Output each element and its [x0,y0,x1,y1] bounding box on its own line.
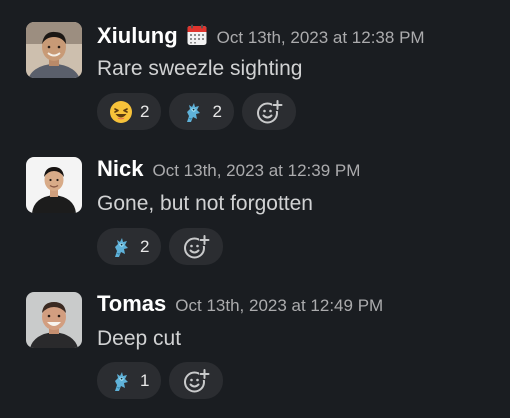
add-reaction-button[interactable] [169,362,224,399]
author-name[interactable]: Xiulung [97,23,178,49]
reactions-bar: 1 [97,362,224,399]
message-timestamp[interactable]: Oct 13th, 2023 at 12:39 PM [152,161,360,181]
avatar[interactable] [26,22,82,78]
laughing-face-icon [110,100,132,123]
avatar-xiulung-image [26,22,82,78]
avatar[interactable] [26,157,82,213]
add-reaction-icon [184,368,211,392]
reaction-dragon[interactable]: 2 [97,228,162,265]
blue-dragon-icon [109,369,133,393]
add-reaction-icon [184,234,211,258]
reaction-dragon[interactable]: 2 [169,93,234,130]
calendar-icon [186,24,208,46]
blue-dragon-icon [181,100,205,124]
reaction-laughing[interactable]: 2 [97,93,162,130]
message-text: Rare sweezle sighting [97,57,303,80]
blue-dragon-icon [109,235,133,259]
avatar-tomas-image [26,292,82,348]
reactions-bar: 2 [97,228,224,265]
avatar[interactable] [26,292,82,348]
reaction-count: 2 [140,101,150,121]
message-timestamp[interactable]: Oct 13th, 2023 at 12:49 PM [175,296,383,316]
reactions-bar: 2 2 [97,93,296,130]
author-name[interactable]: Nick [97,156,143,182]
message-timestamp[interactable]: Oct 13th, 2023 at 12:38 PM [217,28,425,48]
reaction-count: 2 [140,236,150,256]
message-text: Gone, but not forgotten [97,192,313,215]
add-reaction-button[interactable] [169,228,224,265]
message-header: Tomas Oct 13th, 2023 at 12:49 PM [97,291,383,317]
message-header: Xiulung Oct 13th, 2023 at 12:38 PM [97,21,425,49]
message-text: Deep cut [97,327,182,350]
message-header: Nick Oct 13th, 2023 at 12:39 PM [97,156,360,182]
reaction-count: 1 [140,370,150,390]
author-name[interactable]: Tomas [97,291,166,317]
add-reaction-button[interactable] [241,93,296,130]
avatar-nick-image [26,157,82,213]
message-thread: Xiulung Oct 13th, 2023 at 12:38 PM Rare … [0,0,510,418]
reaction-count: 2 [212,101,222,121]
add-reaction-icon [256,99,283,123]
reaction-dragon[interactable]: 1 [97,362,162,399]
